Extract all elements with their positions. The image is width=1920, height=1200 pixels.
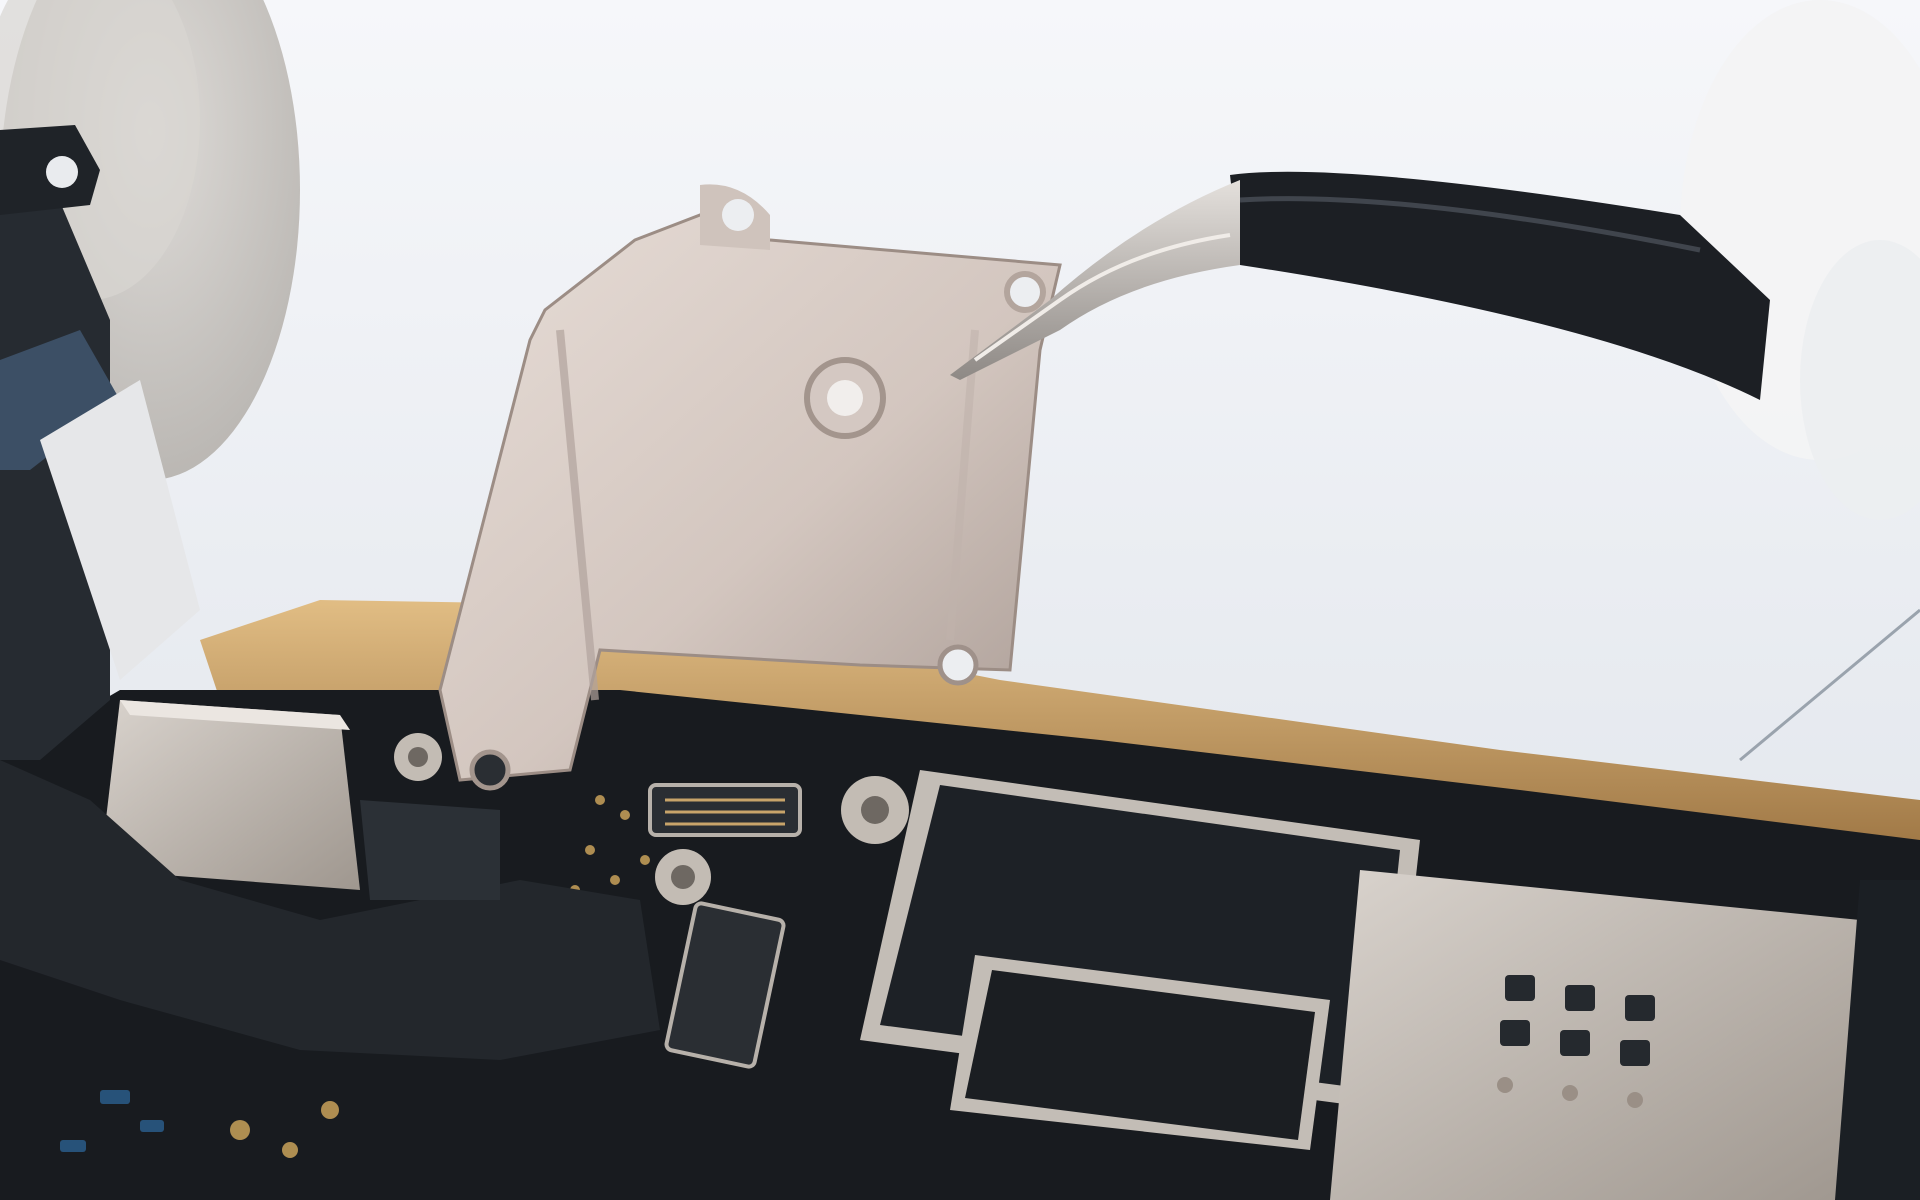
connector-socket — [648, 783, 802, 837]
screw — [394, 733, 442, 781]
screw — [841, 776, 909, 844]
metal-shield-can — [1330, 870, 1860, 1200]
phone-repair-photo — [0, 0, 1920, 1200]
screw — [655, 849, 711, 905]
